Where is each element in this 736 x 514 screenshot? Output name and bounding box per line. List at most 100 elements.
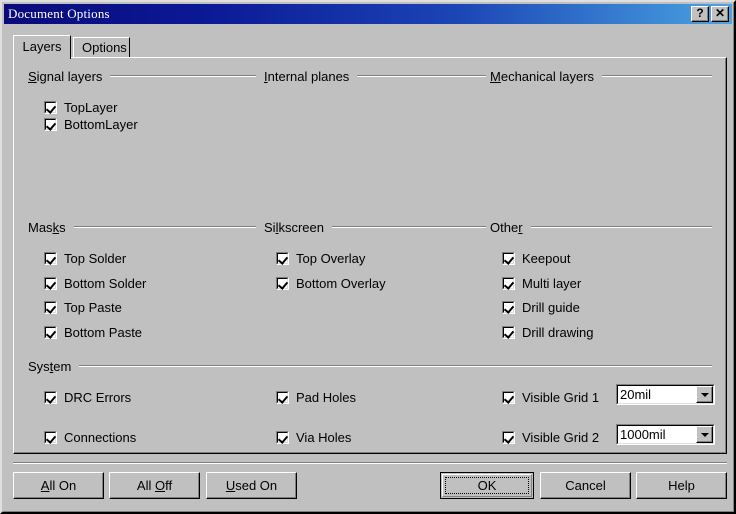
checkbox-top-overlay[interactable] [276,252,289,265]
group-header-signal-layers: Signal layers [28,68,256,84]
checkbox-label-top-solder: Top Solder [57,251,126,266]
checkbox-label-bottom-paste: Bottom Paste [57,325,142,340]
ok-button-inner: OK [442,474,532,497]
checkbox-row-pad-holes[interactable]: Pad Holes [276,389,356,405]
checkbox-drill-drawing[interactable] [502,326,515,339]
checkbox-visible-grid-1[interactable] [502,391,515,404]
question-mark-icon: ? [696,6,703,20]
checkbox-label-drill-drawing: Drill drawing [515,325,594,340]
group-rule [602,75,712,77]
checkbox-row-toplayer[interactable]: TopLayer [44,99,117,115]
combo-visible-grid-1[interactable]: 20mil [616,384,715,405]
checkbox-row-top-paste[interactable]: Top Paste [44,299,122,315]
checkbox-row-bottom-overlay[interactable]: Bottom Overlay [276,275,386,291]
tab-options-label: Options [82,40,127,55]
checkbox-row-top-solder[interactable]: Top Solder [44,250,126,266]
checkbox-label-multi-layer: Multi layer [515,276,581,291]
checkbox-multi-layer[interactable] [502,277,515,290]
title-bar[interactable]: Document Options ? ✕ [4,4,732,24]
combo-value-visible-grid-2: 1000mil [617,427,696,442]
checkbox-label-connections: Connections [57,430,136,445]
group-header-system: System [28,358,712,374]
group-rule [332,226,486,228]
checkbox-label-bottom-overlay: Bottom Overlay [289,276,386,291]
all-on-button[interactable]: All On [13,472,104,499]
checkbox-row-bottom-solder[interactable]: Bottom Solder [44,275,146,291]
checkbox-pad-holes[interactable] [276,391,289,404]
group-label-masks: Masks [28,220,74,235]
title-bar-buttons: ? ✕ [691,6,732,22]
group-rule [531,226,712,228]
chevron-down-icon [701,433,709,437]
checkbox-bottom-paste[interactable] [44,326,57,339]
ok-button[interactable]: OK [440,472,534,499]
used-on-button-label: Used On [226,478,277,493]
help-footer-button[interactable]: Help [636,472,727,499]
checkbox-row-visible-grid-1[interactable]: Visible Grid 1 [502,389,599,405]
checkbox-top-solder[interactable] [44,252,57,265]
checkbox-row-top-overlay[interactable]: Top Overlay [276,250,365,266]
tab-options[interactable]: Options [73,37,130,57]
checkbox-label-top-overlay: Top Overlay [289,251,365,266]
checkbox-row-drill-drawing[interactable]: Drill drawing [502,324,594,340]
group-header-other: Other [490,219,712,235]
used-on-button[interactable]: Used On [206,472,297,499]
group-header-silkscreen: Silkscreen [264,219,486,235]
checkbox-row-multi-layer[interactable]: Multi layer [502,275,581,291]
combo-visible-grid-2[interactable]: 1000mil [616,424,715,445]
checkbox-toplayer[interactable] [44,101,57,114]
cancel-button[interactable]: Cancel [540,472,631,499]
checkbox-label-drill-guide: Drill guide [515,300,580,315]
checkbox-connections[interactable] [44,431,57,444]
group-rule [74,226,256,228]
group-header-masks: Masks [28,219,256,235]
group-rule [110,75,256,77]
tab-strip: Layers Options [13,35,727,57]
checkbox-row-via-holes[interactable]: Via Holes [276,429,351,445]
combo-dropdown-button-visible-grid-1[interactable] [696,386,713,403]
checkbox-top-paste[interactable] [44,301,57,314]
checkbox-label-keepout: Keepout [515,251,570,266]
group-label-other: Other [490,220,531,235]
checkbox-label-via-holes: Via Holes [289,430,351,445]
checkbox-row-bottomlayer[interactable]: BottomLayer [44,116,138,132]
checkbox-label-bottomlayer: BottomLayer [57,117,138,132]
ok-button-label: OK [478,478,497,493]
close-icon: ✕ [715,6,725,20]
chevron-down-icon [701,393,709,397]
checkbox-row-connections[interactable]: Connections [44,429,136,445]
checkbox-row-drc-errors[interactable]: DRC Errors [44,389,131,405]
checkbox-label-drc-errors: DRC Errors [57,390,131,405]
all-off-button[interactable]: All Off [109,472,200,499]
group-rule [79,365,712,367]
close-button[interactable]: ✕ [711,6,729,22]
checkbox-label-visible-grid-1: Visible Grid 1 [515,390,599,405]
all-off-button-label: All Off [137,478,172,493]
checkbox-via-holes[interactable] [276,431,289,444]
group-label-signal-layers: Signal layers [28,69,110,84]
checkbox-row-keepout[interactable]: Keepout [502,250,570,266]
checkbox-drill-guide[interactable] [502,301,515,314]
checkbox-label-visible-grid-2: Visible Grid 2 [515,430,599,445]
checkbox-keepout[interactable] [502,252,515,265]
group-label-internal-planes: Internal planes [264,69,357,84]
cancel-button-label: Cancel [565,478,605,493]
checkbox-visible-grid-2[interactable] [502,431,515,444]
checkbox-row-drill-guide[interactable]: Drill guide [502,299,580,315]
checkbox-row-bottom-paste[interactable]: Bottom Paste [44,324,142,340]
all-on-button-label: All On [41,478,76,493]
checkbox-bottom-overlay[interactable] [276,277,289,290]
tab-layers[interactable]: Layers [13,35,71,59]
checkbox-bottom-solder[interactable] [44,277,57,290]
checkbox-bottomlayer[interactable] [44,118,57,131]
checkbox-row-visible-grid-2[interactable]: Visible Grid 2 [502,429,599,445]
group-rule [357,75,486,77]
combo-dropdown-button-visible-grid-2[interactable] [696,426,713,443]
checkbox-label-toplayer: TopLayer [57,100,117,115]
checkbox-drc-errors[interactable] [44,391,57,404]
help-button[interactable]: ? [691,6,709,22]
help-footer-button-label: Help [668,478,695,493]
group-header-internal-planes: Internal planes [264,68,486,84]
group-label-silkscreen: Silkscreen [264,220,332,235]
checkbox-label-top-paste: Top Paste [57,300,122,315]
